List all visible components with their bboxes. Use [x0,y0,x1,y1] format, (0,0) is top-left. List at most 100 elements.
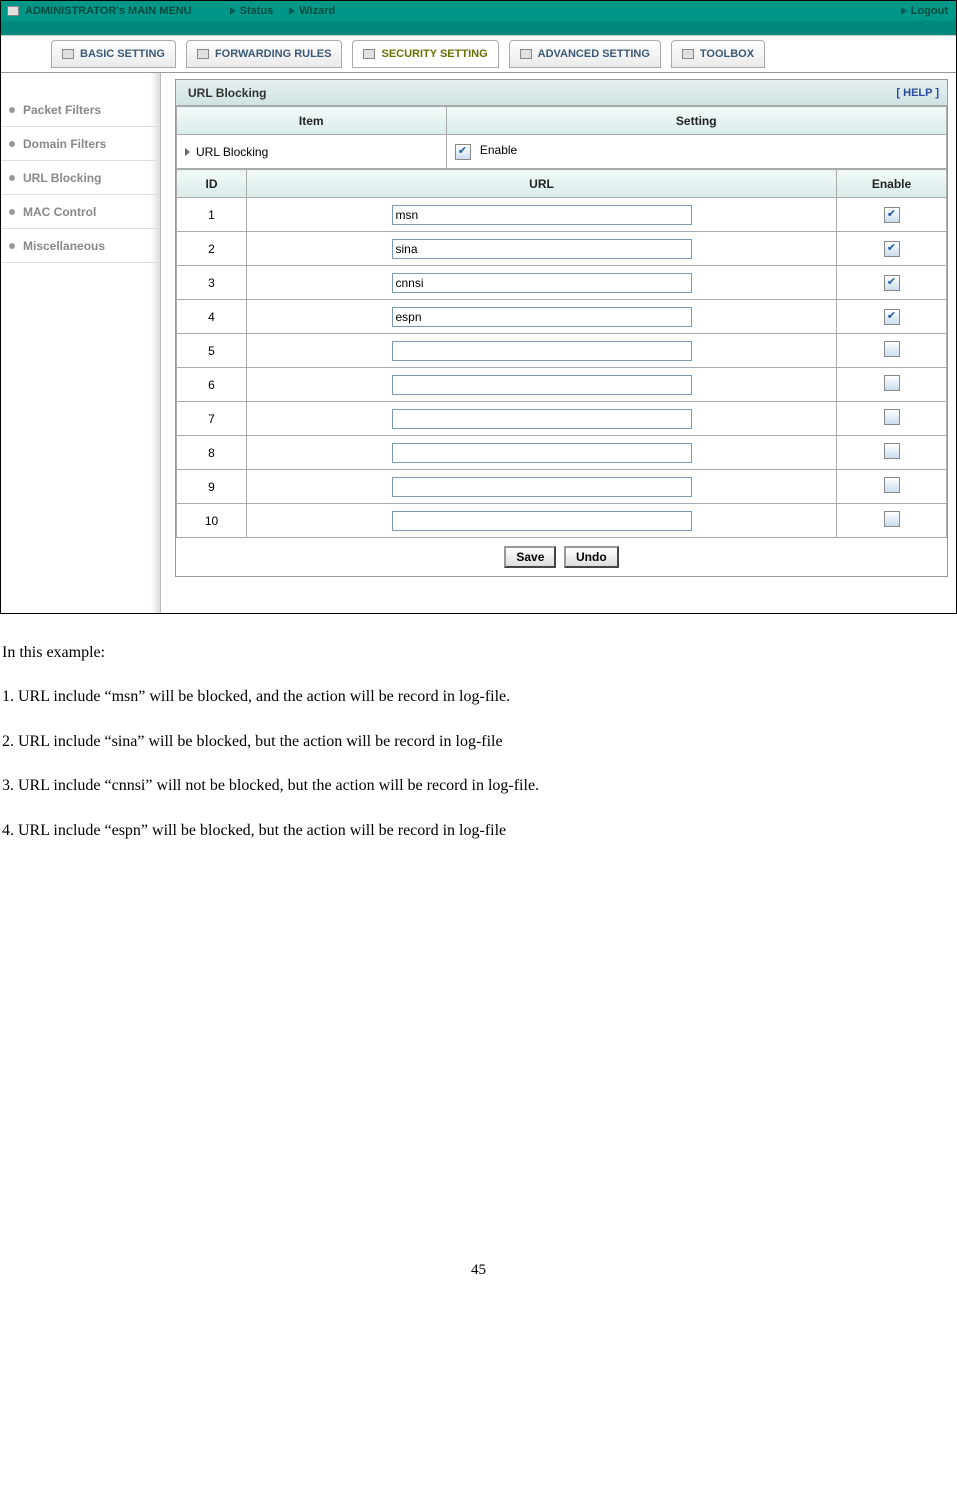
row-enable-checkbox[interactable] [884,375,900,391]
table-row: 9 [177,470,947,504]
id-cell: 6 [177,368,247,402]
enable-cell [837,300,947,334]
tab-label: SECURITY SETTING [381,48,487,60]
setting-header: Setting [446,107,947,135]
page-number: 45 [0,1262,957,1279]
enable-cell [837,402,947,436]
tab-label: ADVANCED SETTING [538,48,650,60]
row-enable-checkbox[interactable] [884,241,900,257]
url-cell [247,504,837,538]
logout-label: Logout [911,5,948,17]
doc-text: In this example: 1. URL include “msn” wi… [0,614,957,842]
enable-cell [837,232,947,266]
enable-cell [837,470,947,504]
url-input[interactable] [392,341,692,361]
url-input[interactable] [392,409,692,429]
row-enable-checkbox[interactable] [884,275,900,291]
row-enable-checkbox[interactable] [884,511,900,527]
panel-header: URL Blocking [ HELP ] [176,80,947,106]
tab-advanced-setting[interactable]: ADVANCED SETTING [509,40,661,68]
enable-checkbox[interactable] [455,144,471,160]
id-cell: 2 [177,232,247,266]
sidebar-item-url-blocking[interactable]: URL Blocking [1,161,160,195]
url-cell [247,402,837,436]
folder-icon [197,49,209,59]
row-enable-checkbox[interactable] [884,341,900,357]
row-enable-checkbox[interactable] [884,207,900,223]
row-enable-checkbox[interactable] [884,409,900,425]
sidebar-item-miscellaneous[interactable]: Miscellaneous [1,229,160,263]
enable-cell [837,334,947,368]
wizard-link[interactable]: Wizard [281,5,343,17]
enable-header: Enable [837,170,947,198]
url-blocking-setting-cell: Enable [446,135,947,169]
id-header: ID [177,170,247,198]
save-button[interactable]: Save [504,546,556,568]
arrow-right-icon [901,7,907,15]
button-row: Save Undo [176,538,947,576]
sidebar-item-packet-filters[interactable]: Packet Filters [1,93,160,127]
id-cell: 7 [177,402,247,436]
url-cell [247,368,837,402]
url-input[interactable] [392,307,692,327]
enable-cell [837,436,947,470]
table-row: 2 [177,232,947,266]
undo-button[interactable]: Undo [564,546,619,568]
table-row: 8 [177,436,947,470]
arrow-right-icon [185,148,190,156]
url-input[interactable] [392,205,692,225]
enable-cell [837,368,947,402]
url-input[interactable] [392,273,692,293]
url-cell [247,470,837,504]
url-input[interactable] [392,477,692,497]
folder-icon [682,49,694,59]
id-cell: 5 [177,334,247,368]
status-link[interactable]: Status [222,5,282,17]
help-link[interactable]: [ HELP ] [896,87,947,99]
admin-menu-link[interactable]: ADMINISTRATOR's MAIN MENU [1,5,192,17]
table-row: 6 [177,368,947,402]
id-cell: 1 [177,198,247,232]
enable-cell [837,198,947,232]
sidebar-item-domain-filters[interactable]: Domain Filters [1,127,160,161]
url-input[interactable] [392,443,692,463]
item-header: Item [177,107,447,135]
arrow-right-icon [230,7,236,15]
tab-forwarding-rules[interactable]: FORWARDING RULES [186,40,343,68]
table-row: 7 [177,402,947,436]
table-row: 5 [177,334,947,368]
tab-label: FORWARDING RULES [215,48,332,60]
doc-line-2: 2. URL include “sina” will be blocked, b… [2,731,957,753]
doc-line-4: 4. URL include “espn” will be blocked, b… [2,820,957,842]
id-cell: 9 [177,470,247,504]
url-cell [247,300,837,334]
sidebar-item-label: MAC Control [23,205,96,219]
folder-icon [7,6,19,16]
folder-icon [62,49,74,59]
url-list-table: ID URL Enable 12345678910 [176,169,947,538]
main-area: Packet Filters Domain Filters URL Blocki… [1,73,956,613]
tab-security-setting[interactable]: SECURITY SETTING [352,40,498,68]
url-input[interactable] [392,511,692,531]
doc-intro: In this example: [2,642,957,664]
url-blocking-item-cell: URL Blocking [177,135,447,169]
url-blocking-panel: URL Blocking [ HELP ] Item Setting URL B… [175,79,948,577]
tab-basic-setting[interactable]: BASIC SETTING [51,40,176,68]
logout-link[interactable]: Logout [893,5,956,17]
tab-row: BASIC SETTING FORWARDING RULES SECURITY … [1,35,956,73]
enable-cell [837,266,947,300]
row-enable-checkbox[interactable] [884,477,900,493]
folder-icon [520,49,532,59]
teal-band [1,21,956,35]
row-enable-checkbox[interactable] [884,443,900,459]
bullet-icon [9,141,15,147]
url-input[interactable] [392,375,692,395]
bullet-icon [9,209,15,215]
sidebar-item-label: Miscellaneous [23,239,105,253]
url-input[interactable] [392,239,692,259]
sidebar-item-mac-control[interactable]: MAC Control [1,195,160,229]
tab-toolbox[interactable]: TOOLBOX [671,40,765,68]
id-cell: 10 [177,504,247,538]
enable-cell [837,504,947,538]
row-enable-checkbox[interactable] [884,309,900,325]
